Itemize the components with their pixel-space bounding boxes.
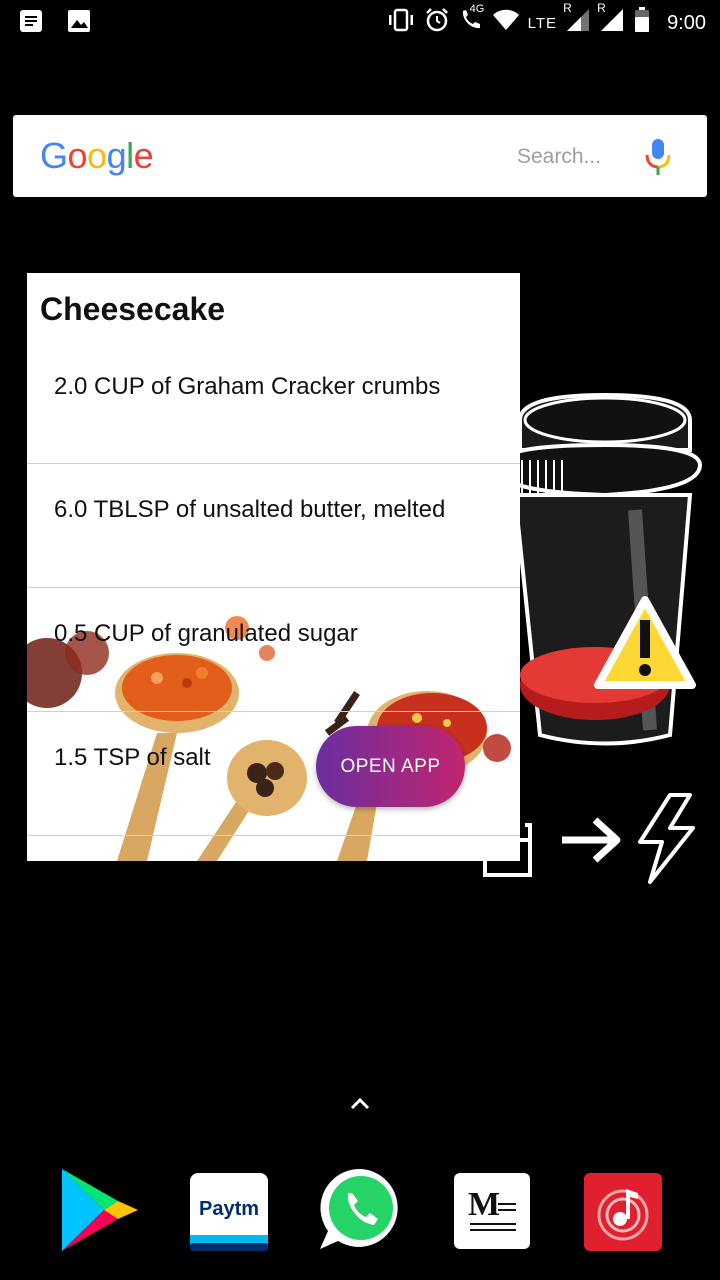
recipe-widget: Cheesecake 2.0 CUP of Graham Cracker cru… xyxy=(27,273,520,861)
recipe-title: Cheesecake xyxy=(40,291,226,327)
google-logo-letter: l xyxy=(126,135,134,176)
music-icon[interactable] xyxy=(584,1173,664,1263)
google-logo-letter: G xyxy=(40,135,68,176)
paytm-icon[interactable]: Paytm xyxy=(190,1173,270,1263)
whatsapp-icon[interactable] xyxy=(318,1165,398,1255)
ingredient-text: 0.5 CUP of granulated sugar xyxy=(54,620,358,647)
google-search-bar[interactable]: Google Search... xyxy=(13,115,707,197)
medium-text: M xyxy=(468,1186,500,1223)
mic-icon[interactable] xyxy=(643,137,673,182)
vibrate-icon xyxy=(386,8,416,38)
play-store-icon[interactable] xyxy=(58,1165,138,1255)
list-item[interactable]: 2.0 CUP of Graham Cracker crumbs xyxy=(27,341,520,464)
notification-message-icon xyxy=(18,8,44,39)
chevron-up-icon[interactable] xyxy=(348,1092,372,1121)
wifi-icon xyxy=(492,8,520,38)
list-item[interactable]: 0.5 CUP of granulated sugar xyxy=(27,588,520,712)
app-dock: Paytm M xyxy=(0,1165,720,1255)
search-placeholder: Search... xyxy=(517,145,602,168)
status-bar: 4G LTE R R 9:00 xyxy=(0,0,720,42)
roaming-label: R xyxy=(563,1,572,15)
google-logo-letter: o xyxy=(67,135,88,176)
list-item[interactable]: 6.0 TBLSP of unsalted butter, melted xyxy=(27,464,520,588)
signal-1-icon: R xyxy=(563,1,591,39)
roaming-label-2: R xyxy=(597,1,606,15)
ingredient-text: 2.0 CUP of Graham Cracker crumbs xyxy=(54,373,441,400)
clock: 9:00 xyxy=(667,11,706,34)
ingredient-text: 6.0 TBLSP of unsalted butter, melted xyxy=(54,496,446,523)
alarm-icon xyxy=(424,7,450,39)
notification-image-icon xyxy=(66,8,92,39)
network-type-label: 4G xyxy=(469,3,485,15)
google-logo-letter: g xyxy=(106,135,127,176)
call-4g-icon: 4G xyxy=(458,3,484,39)
signal-2-icon: R xyxy=(597,1,625,39)
medium-icon[interactable]: M xyxy=(454,1173,534,1263)
google-logo-letter: o xyxy=(87,135,107,176)
ingredient-text: 1.5 TSP of salt xyxy=(54,744,211,771)
paytm-text: Paytm xyxy=(199,1198,259,1220)
battery-icon xyxy=(633,6,651,40)
lte-label: LTE xyxy=(527,14,558,32)
open-app-button[interactable]: OPEN APP xyxy=(316,726,465,807)
google-logo: Google xyxy=(40,135,154,177)
wallpaper-cup-graphic xyxy=(500,380,720,765)
google-logo-letter: e xyxy=(133,135,154,176)
